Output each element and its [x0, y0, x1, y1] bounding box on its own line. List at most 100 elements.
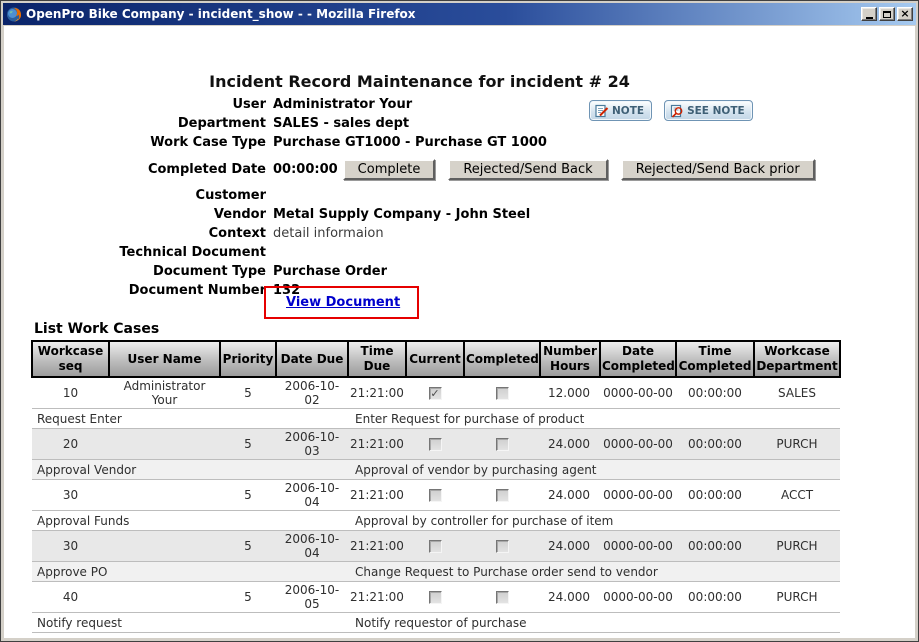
cell-hours: 24.000	[540, 582, 600, 613]
task-name: Request Enter	[32, 409, 348, 429]
cell-user	[109, 429, 220, 460]
task-description: Approval by controller for purchase of i…	[348, 511, 840, 531]
task-description: Notify requestor of purchase	[348, 613, 840, 633]
cell-current	[406, 429, 464, 460]
cell-priority: 5	[220, 429, 276, 460]
current-checkbox	[429, 540, 442, 553]
cell-time-completed: 00:00:00	[676, 480, 754, 511]
cell-department: ACCT	[754, 480, 840, 511]
cell-hours: 12.000	[540, 377, 600, 409]
work-cases-table: Workcase seqUser NamePriorityDate DueTim…	[31, 340, 841, 633]
column-header-number-hours: Number Hours	[540, 341, 600, 377]
cell-hours: 24.000	[540, 531, 600, 562]
column-header-current: Current	[406, 341, 464, 377]
field-rows: UserAdministrator YourDepartmentSALES - …	[4, 95, 794, 300]
title-bar[interactable]: OpenPro Bike Company - incident_show - -…	[3, 3, 916, 25]
complete-button[interactable]: Complete	[343, 159, 436, 180]
close-icon: ×	[900, 9, 909, 19]
workcase-row: 3052006-10-0421:21:0024.0000000-00-0000:…	[32, 480, 840, 511]
column-header-date-completed: Date Completed	[600, 341, 676, 377]
cell-date-due: 2006-10-04	[276, 531, 348, 562]
maximize-button[interactable]	[879, 7, 895, 21]
completed-checkbox	[496, 540, 509, 553]
current-checkbox	[429, 489, 442, 502]
task-name: Approve PO	[32, 562, 348, 582]
cell-priority: 5	[220, 531, 276, 562]
cell-date-due: 2006-10-04	[276, 480, 348, 511]
cell-time-completed: 00:00:00	[676, 429, 754, 460]
cell-date-completed: 0000-00-00	[600, 480, 676, 511]
work-cases-title: List Work Cases	[34, 321, 159, 337]
task-description: Change Request to Purchase order send to…	[348, 562, 840, 582]
column-header-user-name: User Name	[109, 341, 220, 377]
column-header-date-due: Date Due	[276, 341, 348, 377]
cell-priority: 5	[220, 582, 276, 613]
cell-completed	[464, 377, 540, 409]
cell-seq: 40	[32, 582, 109, 613]
cell-department: SALES	[754, 377, 840, 409]
workcase-row: 2052006-10-0321:21:0024.0000000-00-0000:…	[32, 429, 840, 460]
cell-user	[109, 531, 220, 562]
cell-completed	[464, 582, 540, 613]
cell-time-due: 21:21:00	[348, 429, 406, 460]
cell-date-completed: 0000-00-00	[600, 531, 676, 562]
cell-time-completed: 00:00:00	[676, 582, 754, 613]
cell-time-completed: 00:00:00	[676, 531, 754, 562]
cell-date-due: 2006-10-05	[276, 582, 348, 613]
field-label: Completed Date	[4, 162, 273, 177]
field-label: Document Number	[4, 283, 273, 298]
field-row-user: UserAdministrator Your	[4, 95, 794, 114]
minimize-icon	[866, 17, 873, 19]
workcase-row: 10Administrator Your52006-10-0221:21:00✓…	[32, 377, 840, 409]
field-value: Administrator Your	[273, 97, 412, 112]
task-name: Approval Vendor	[32, 460, 348, 480]
cell-date-completed: 0000-00-00	[600, 377, 676, 409]
minimize-button[interactable]	[861, 7, 877, 21]
window-title: OpenPro Bike Company - incident_show - -…	[26, 7, 861, 21]
current-checkbox	[429, 591, 442, 604]
cell-completed	[464, 480, 540, 511]
field-value: Purchase Order	[273, 264, 387, 279]
maximize-icon	[883, 11, 891, 18]
firefox-icon	[6, 6, 22, 22]
cell-current	[406, 531, 464, 562]
cell-seq: 10	[32, 377, 109, 409]
column-header-workcase-department: Workcase Department	[754, 341, 840, 377]
field-row-customer: Customer	[4, 186, 794, 205]
view-document-highlight: View Document	[264, 286, 419, 319]
cell-seq: 30	[32, 480, 109, 511]
cell-current	[406, 582, 464, 613]
close-button[interactable]: ×	[897, 7, 913, 21]
cell-department: PURCH	[754, 582, 840, 613]
cell-time-due: 21:21:00	[348, 531, 406, 562]
field-label: Vendor	[4, 207, 273, 222]
task-description: Approval of vendor by purchasing agent	[348, 460, 840, 480]
cell-department: PURCH	[754, 531, 840, 562]
task-name: Approval Funds	[32, 511, 348, 531]
view-document-link[interactable]: View Document	[286, 295, 400, 310]
cell-current	[406, 480, 464, 511]
field-row-vendor: VendorMetal Supply Company - John Steel	[4, 205, 794, 224]
cell-hours: 24.000	[540, 429, 600, 460]
field-label: Work Case Type	[4, 135, 273, 150]
cell-time-due: 21:21:00	[348, 377, 406, 409]
workcase-subrow: Request EnterEnter Request for purchase …	[32, 409, 840, 429]
field-label: Context	[4, 226, 273, 241]
cell-date-completed: 0000-00-00	[600, 429, 676, 460]
work-cases-body: 10Administrator Your52006-10-0221:21:00✓…	[32, 377, 840, 633]
cell-department: PURCH	[754, 429, 840, 460]
field-row-technical-document: Technical Document	[4, 243, 794, 262]
cell-time-due: 21:21:00	[348, 582, 406, 613]
field-row-document-type: Document TypePurchase Order	[4, 262, 794, 281]
rejected-send-back-prior-button[interactable]: Rejected/Send Back prior	[621, 159, 815, 180]
field-row-completed-date: Completed Date00:00:00CompleteRejected/S…	[4, 152, 794, 186]
current-checkbox: ✓	[429, 387, 442, 400]
completed-checkbox	[496, 591, 509, 604]
completed-checkbox	[496, 438, 509, 451]
field-value: Purchase GT1000 - Purchase GT 1000	[273, 135, 547, 150]
workcase-subrow: Notify requestNotify requestor of purcha…	[32, 613, 840, 633]
field-label: Document Type	[4, 264, 273, 279]
rejected-send-back-button[interactable]: Rejected/Send Back	[448, 159, 607, 180]
column-header-completed: Completed	[464, 341, 540, 377]
task-name: Notify request	[32, 613, 348, 633]
